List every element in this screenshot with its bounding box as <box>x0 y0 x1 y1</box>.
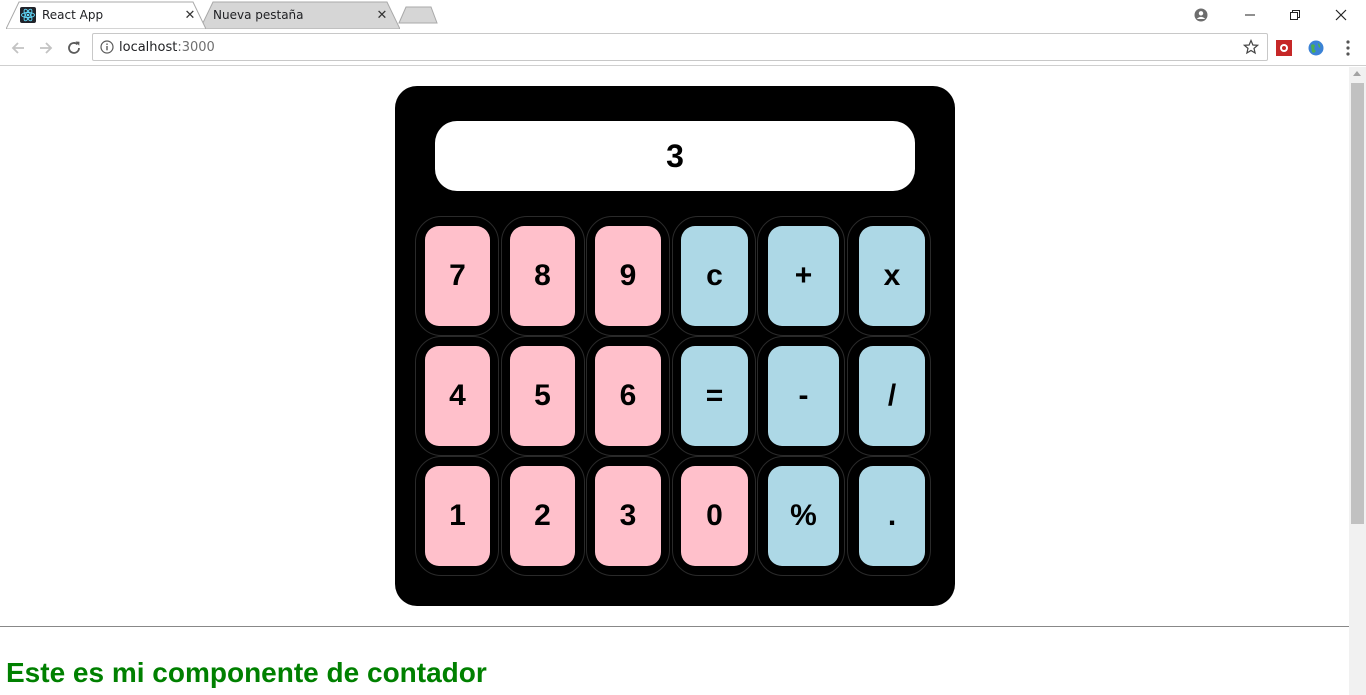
back-button[interactable] <box>4 29 32 66</box>
new-tab-button[interactable] <box>398 6 438 24</box>
calculator-display: 3 <box>435 121 915 191</box>
address-bar[interactable]: localhost:3000 <box>92 33 1268 61</box>
tab-nueva-pestana[interactable]: Nueva pestaña ✕ <box>200 1 400 29</box>
profile-icon[interactable] <box>1178 0 1224 29</box>
forward-button[interactable] <box>32 29 60 66</box>
browser-toolbar: localhost:3000 <box>0 29 1366 66</box>
calculator-key[interactable]: = <box>681 346 748 446</box>
calculator-key[interactable]: - <box>768 346 839 446</box>
calculator-key[interactable]: x <box>859 226 925 326</box>
scrollbar-thumb[interactable] <box>1351 83 1364 524</box>
calculator-key[interactable]: % <box>768 466 839 566</box>
calculator-key[interactable]: 8 <box>510 226 575 326</box>
more-menu-icon[interactable] <box>1340 39 1356 57</box>
globe-extension-icon[interactable] <box>1307 39 1325 57</box>
reload-button[interactable] <box>60 29 88 66</box>
reload-icon <box>68 41 80 54</box>
close-tab-icon[interactable]: ✕ <box>374 7 390 23</box>
restore-button[interactable] <box>1272 0 1318 29</box>
back-arrow-icon <box>11 41 24 54</box>
url-host: localhost <box>119 40 178 55</box>
browser-titlebar: Nueva pestaña ✕ React App ✕ <box>0 0 1366 29</box>
calculator-key[interactable]: 5 <box>510 346 575 446</box>
calculator-key[interactable]: 6 <box>595 346 661 446</box>
calculator-key[interactable]: 7 <box>425 226 490 326</box>
bookmark-star-icon[interactable] <box>1243 39 1259 55</box>
calculator-key[interactable]: 1 <box>425 466 490 566</box>
url-text: localhost:3000 <box>119 40 215 55</box>
page-viewport: 3 7 8 9 c + x 4 5 6 = -/1 2 3 0%. Este es mi componen… <box>0 67 1349 695</box>
vertical-scrollbar[interactable] <box>1349 67 1366 695</box>
counter-heading: Este es mi componente de contador <box>6 657 487 688</box>
tab-shape <box>6 1 206 29</box>
tab-title: React App <box>42 8 104 22</box>
close-tab-icon[interactable]: ✕ <box>182 7 198 23</box>
calculator-key[interactable]: 3 <box>595 466 661 566</box>
calculator: 3 7 8 9 c + x 4 5 6 = -/1 2 3 0%. <box>395 86 955 606</box>
close-window-button[interactable] <box>1318 0 1364 29</box>
calculator-key[interactable]: + <box>768 226 839 326</box>
react-logo-icon <box>20 7 36 23</box>
info-icon[interactable] <box>100 40 114 54</box>
tab-title: Nueva pestaña <box>213 8 304 22</box>
calculator-key[interactable]: . <box>859 466 925 566</box>
calculator-key[interactable]: 0 <box>681 466 748 566</box>
scroll-up-arrow-icon[interactable] <box>1353 71 1361 76</box>
calculator-key[interactable]: 4 <box>425 346 490 446</box>
forward-arrow-icon <box>40 41 53 54</box>
calculator-key[interactable]: / <box>859 346 925 446</box>
calculator-key[interactable]: c <box>681 226 748 326</box>
url-port: :3000 <box>177 40 215 55</box>
calculator-key[interactable]: 9 <box>595 226 661 326</box>
section-divider <box>0 626 1349 627</box>
tab-react-app[interactable]: React App ✕ <box>6 1 206 29</box>
calculator-key[interactable]: 2 <box>510 466 575 566</box>
extension-icon[interactable] <box>1275 39 1293 57</box>
minimize-button[interactable] <box>1227 0 1273 29</box>
